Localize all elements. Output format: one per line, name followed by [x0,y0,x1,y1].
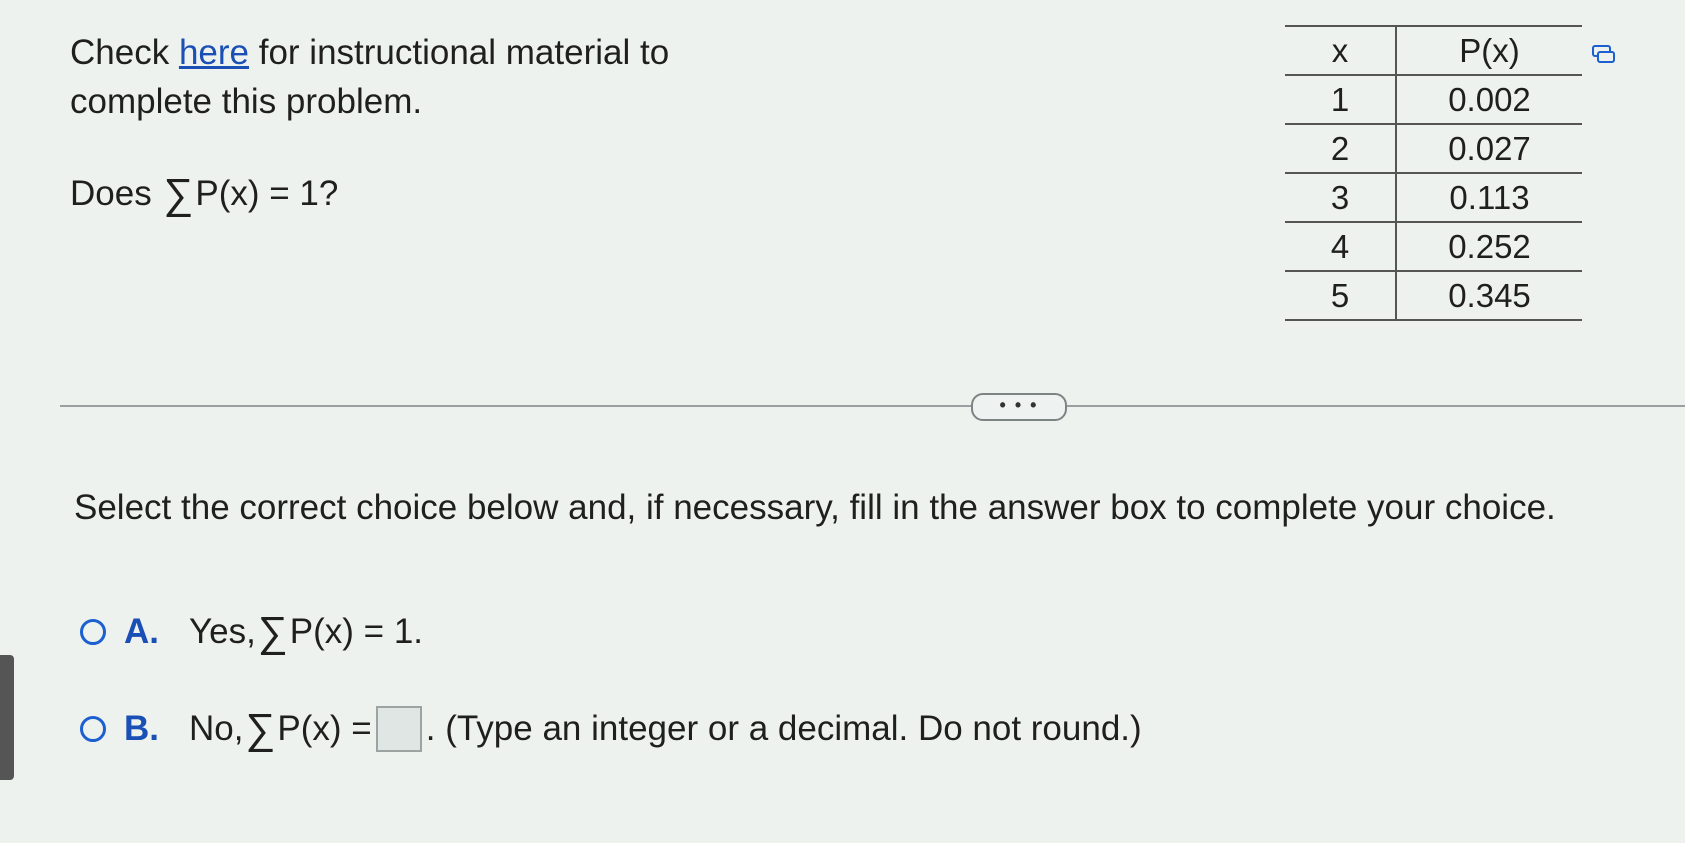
table-row: 1 0.002 [1285,75,1582,125]
choice-b-prefix: No, [189,709,244,748]
instruction-text: Select the correct choice below and, if … [74,488,1556,527]
radio-choice-a[interactable] [80,619,106,645]
choice-b-mid: P(x) = [277,709,372,748]
choice-a-prefix: Yes, [189,612,256,651]
instructional-material-text: Check here for instructional material to… [70,28,669,126]
table-cell-x: 1 [1285,75,1397,125]
question-prefix: Does [70,174,162,213]
column-header-px: P(x) [1396,25,1582,76]
table-cell-px: 0.345 [1396,271,1582,321]
radio-choice-b[interactable] [80,716,106,742]
table-cell-px: 0.027 [1396,124,1582,174]
sigma-symbol: ∑ [257,608,288,655]
table-row: 2 0.027 [1285,124,1582,174]
section-divider [60,405,1685,407]
intro-text-line2: complete this problem. [70,82,423,121]
intro-text: Check [70,33,179,72]
choice-b[interactable]: B. No, ∑ P(x) = . (Type an integer or a d… [80,705,1142,753]
table-cell-px: 0.002 [1396,75,1582,125]
choice-b-letter: B. [124,709,159,748]
sigma-symbol: ∑ [163,170,194,217]
choice-a-suffix: P(x) = 1. [289,612,424,651]
question-suffix: P(x) = 1? [195,174,339,213]
choice-b-suffix: . (Type an integer or a decimal. Do not … [425,709,1142,748]
probability-table: x P(x) 1 0.002 2 0.027 3 0.113 4 0.252 5… [1285,25,1582,321]
table-cell-x: 5 [1285,271,1397,321]
copy-icon[interactable] [1592,44,1616,64]
table-cell-x: 4 [1285,222,1397,272]
table-cell-x: 2 [1285,124,1397,174]
table-cell-px: 0.113 [1396,173,1582,223]
table-row: 3 0.113 [1285,173,1582,223]
table-cell-px: 0.252 [1396,222,1582,272]
answer-input-box[interactable] [375,706,422,752]
intro-text-rest: for instructional material to [249,33,670,72]
table-header-row: x P(x) [1285,25,1582,76]
question-text: Does ∑P(x) = 1? [70,170,338,218]
table-row: 4 0.252 [1285,222,1582,272]
sigma-symbol: ∑ [245,705,276,752]
choice-a[interactable]: A. Yes, ∑ P(x) = 1. [80,608,423,656]
instructional-material-link[interactable]: here [179,33,249,72]
column-header-x: x [1285,25,1397,76]
table-cell-x: 3 [1285,173,1397,223]
choice-a-letter: A. [124,612,159,651]
table-row: 5 0.345 [1285,271,1582,321]
left-edge-bar [0,655,14,780]
expand-more-button[interactable]: • • • [971,393,1067,421]
